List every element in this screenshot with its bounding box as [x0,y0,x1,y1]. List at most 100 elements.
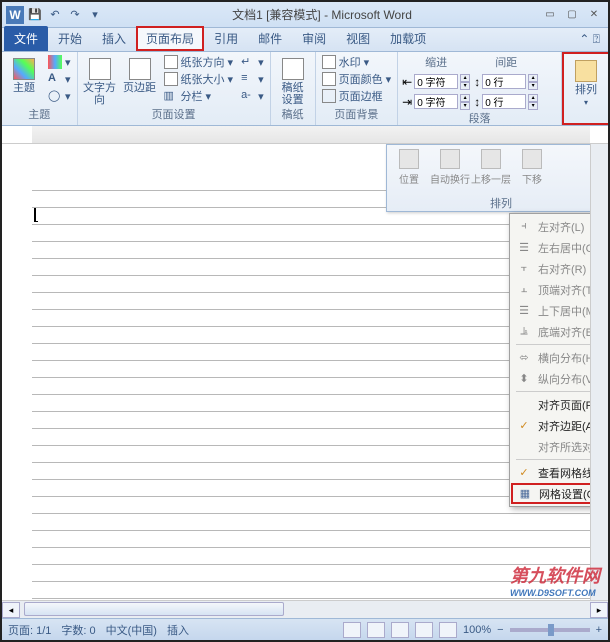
menu-item: ⫡底端对齐(B) [512,321,590,342]
zoom-slider[interactable] [510,628,590,632]
view-print-layout[interactable] [343,622,361,638]
gaozhi-button[interactable]: 稿纸 设置 [275,54,311,106]
document-area[interactable]: ⊩ 对齐 ▾ 位置 自动换行 上移一层 下移 排列 ⫞左对齐(L)☰左右居中(C… [32,144,590,622]
page-border-button[interactable]: 页面边框 [320,88,394,104]
spacing-label: 间距 [474,54,538,70]
menu-item-icon [516,397,532,413]
menu-item-label: 底端对齐(B) [538,324,590,340]
zoom-in-button[interactable]: + [596,624,602,636]
menu-item[interactable]: 对齐页面(P) [512,394,590,415]
wrap-button[interactable]: 自动换行 [430,147,470,186]
view-draft[interactable] [439,622,457,638]
horizontal-scrollbar[interactable]: ◂ ▸ [2,600,608,618]
tab-references[interactable]: 引用 [204,26,248,51]
vertical-scrollbar[interactable] [590,144,608,622]
view-full-screen[interactable] [367,622,385,638]
minimize-button[interactable]: ▭ [540,7,560,23]
send-backward-button[interactable]: 下移 [512,147,552,186]
position-icon [399,149,419,169]
menu-item: ☰左右居中(C) [512,237,590,258]
quick-access-toolbar: W 💾 ↶ ↷ ▾ [6,6,104,24]
line-numbers-button[interactable]: ≡▾ [239,71,266,87]
menu-item-icon: ⫠ [516,282,532,298]
gaozhi-icon [282,58,304,80]
group-themes-label: 主题 [6,106,73,123]
tab-view[interactable]: 视图 [336,26,380,51]
margins-button[interactable]: 页边距 [122,54,158,94]
view-web-layout[interactable] [391,622,409,638]
hyphenation-button[interactable]: a-▾ [239,88,266,104]
spacing-after[interactable]: ↕0 行▴▾ [474,93,538,110]
menu-item: ⫟右对齐(R) [512,258,590,279]
breaks-button[interactable]: ↵▾ [239,54,266,70]
menu-item-label: 对齐边距(A) [538,418,590,434]
status-bar: 页面: 1/1 字数: 0 中文(中国) 插入 100% − + [2,618,608,640]
view-outline[interactable] [415,622,433,638]
status-words[interactable]: 字数: 0 [61,622,95,638]
menu-item-icon: ☰ [516,240,532,256]
horizontal-ruler[interactable] [2,126,608,144]
tab-addins[interactable]: 加载项 [380,26,436,51]
menu-item[interactable]: ▦网格设置(G)... [511,483,590,504]
app-icon[interactable]: W [6,6,24,24]
themes-button[interactable]: 主题 [6,54,42,94]
orientation-button[interactable]: 纸张方向 ▾ [162,54,236,70]
save-icon[interactable]: 💾 [26,6,44,24]
align-dropdown-menu: ⫞左对齐(L)☰左右居中(C)⫟右对齐(R)⫠顶端对齐(T)☰上下居中(M)⫡底… [509,213,590,507]
tab-page-layout[interactable]: 页面布局 [136,26,204,51]
arrange-floating-toolbar: ⊩ 对齐 ▾ 位置 自动换行 上移一层 下移 排列 ⫞左对齐(L)☰左右居中(C… [386,144,590,212]
tab-review[interactable]: 审阅 [292,26,336,51]
ribbon: 主题 ▾ A▾ ◯▾ 主题 文字方向 页边距 纸张方向 ▾ 纸张大小 ▾ ▥分栏 [2,52,608,126]
menu-item-icon: ✓ [516,418,532,434]
tab-insert[interactable]: 插入 [92,26,136,51]
menu-item[interactable]: ✓查看网格线(S) [512,462,590,483]
ribbon-minimize-icon[interactable]: ⌃ ⍰ [571,28,608,51]
menu-item[interactable]: ✓ 对齐边距(A) [512,415,590,436]
scroll-left-icon[interactable]: ◂ [2,602,20,618]
maximize-button[interactable]: ▢ [562,7,582,23]
status-page[interactable]: 页面: 1/1 [8,622,51,638]
text-direction-button[interactable]: 文字方向 [82,54,118,106]
tab-file[interactable]: 文件 [4,26,48,51]
spacing-before[interactable]: ↕0 行▴▾ [474,73,538,90]
bring-forward-button[interactable]: 上移一层 [471,147,511,186]
tab-home[interactable]: 开始 [48,26,92,51]
menu-item: ⬍ 纵向分布(V) [512,368,590,389]
theme-colors-button[interactable]: ▾ [46,54,73,70]
redo-icon[interactable]: ↷ [66,6,84,24]
menu-item-icon: ☰ [516,303,532,319]
qat-dropdown-icon[interactable]: ▾ [86,6,104,24]
scroll-thumb[interactable] [24,602,284,616]
menu-item-label: 横向分布(H) [538,350,590,366]
vertical-ruler[interactable] [2,144,32,622]
watermark-button[interactable]: 水印 ▾ [320,54,394,70]
arrange-icon [575,60,597,82]
bring-forward-icon [481,149,501,169]
theme-fonts-button[interactable]: A▾ [46,71,73,87]
undo-icon[interactable]: ↶ [46,6,64,24]
menu-item: ⬄横向分布(H) [512,347,590,368]
status-lang[interactable]: 中文(中国) [106,622,157,638]
menu-item-icon [516,439,532,455]
zoom-level[interactable]: 100% [463,624,491,636]
theme-effects-button[interactable]: ◯▾ [46,88,73,104]
close-button[interactable]: ✕ [584,7,604,23]
group-paragraph: 缩进 ⇤0 字符▴▾ ⇥0 字符▴▾ 间距 ↕0 行▴▾ ↕0 行▴▾ 段落 [398,52,562,125]
menu-item-icon: ⫟ [516,261,532,277]
tab-mailings[interactable]: 邮件 [248,26,292,51]
size-button[interactable]: 纸张大小 ▾ [162,71,236,87]
page-color-button[interactable]: 页面颜色 ▾ [320,71,394,87]
scroll-right-icon[interactable]: ▸ [590,602,608,618]
group-page-setup-label: 页面设置 [82,106,266,123]
columns-button[interactable]: ▥分栏 ▾ [162,88,236,104]
menu-item-icon: ⬍ [516,371,532,387]
position-button[interactable]: 位置 [389,147,429,186]
indent-left[interactable]: ⇤0 字符▴▾ [402,73,470,90]
zoom-out-button[interactable]: − [497,624,503,636]
status-mode[interactable]: 插入 [167,622,189,638]
menu-item-label: 纵向分布(V) [538,371,590,387]
arrange-button[interactable]: 排列 ▾ [568,56,604,107]
send-backward-icon [522,149,542,169]
menu-item-label: 查看网格线(S) [538,465,590,481]
indent-right[interactable]: ⇥0 字符▴▾ [402,93,470,110]
